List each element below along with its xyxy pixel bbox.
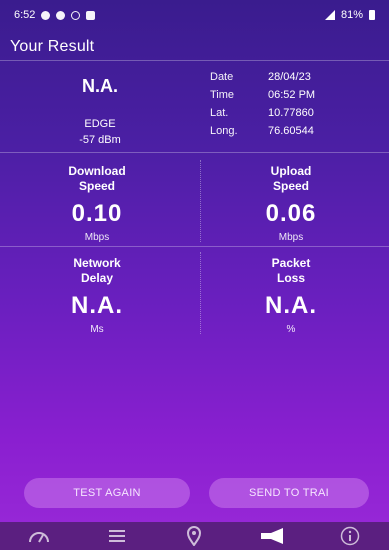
divider bbox=[0, 246, 389, 247]
detail-row-time: Time 06:52 PM bbox=[210, 86, 380, 104]
bottom-navigation bbox=[0, 522, 389, 550]
upload-speed-card: Upload Speed 0.06 Mbps bbox=[194, 164, 388, 243]
upload-label-1: Upload bbox=[270, 164, 312, 178]
packet-loss-card: Packet Loss N.A. % bbox=[194, 256, 388, 335]
test-again-button[interactable]: TEST AGAIN bbox=[24, 478, 190, 508]
detail-key: Time bbox=[210, 89, 235, 101]
operator-name: N.A. bbox=[82, 76, 118, 96]
delay-label-1: Network bbox=[73, 256, 121, 270]
detail-value: 28/04/23 bbox=[268, 71, 311, 83]
signal-strength: -57 dBm bbox=[79, 134, 121, 146]
upload-label-2: Speed bbox=[272, 179, 309, 193]
detail-value: 10.77860 bbox=[268, 107, 314, 119]
network-delay-unit: Ms bbox=[90, 324, 104, 335]
test-details: Date 28/04/23 Time 06:52 PM Lat. 10.7786… bbox=[210, 68, 380, 140]
packet-loss-unit: % bbox=[286, 324, 296, 335]
detail-value: 06:52 PM bbox=[268, 89, 316, 101]
detail-row-long: Long. 76.60544 bbox=[210, 122, 380, 140]
network-delay-card: Network Delay N.A. Ms bbox=[0, 256, 194, 335]
upload-speed-value: 0.06 bbox=[265, 200, 317, 227]
detail-value: 76.60544 bbox=[268, 125, 314, 137]
packet-loss-value: N.A. bbox=[265, 292, 317, 319]
app-notification-icon bbox=[86, 10, 96, 20]
detail-row-date: Date 28/04/23 bbox=[210, 68, 380, 86]
info-icon[interactable] bbox=[337, 526, 363, 546]
network-technology: EDGE bbox=[84, 118, 116, 130]
download-speed-value: 0.10 bbox=[71, 200, 123, 227]
gear-icon bbox=[41, 10, 51, 20]
location-pin-icon[interactable] bbox=[181, 526, 207, 546]
speedometer-icon[interactable] bbox=[26, 526, 52, 546]
chat-icon bbox=[56, 10, 66, 20]
status-time: 6:52 bbox=[14, 9, 36, 21]
download-label-1: Download bbox=[68, 164, 126, 178]
location-icon bbox=[71, 10, 81, 20]
status-right: 81% bbox=[324, 9, 375, 21]
download-speed-card: Download Speed 0.10 Mbps bbox=[0, 164, 194, 243]
status-bar: 6:52 81% bbox=[0, 0, 389, 30]
detail-row-lat: Lat. 10.77860 bbox=[210, 104, 380, 122]
status-left: 6:52 bbox=[14, 9, 96, 21]
battery-icon bbox=[369, 10, 375, 20]
loss-label-1: Packet bbox=[271, 256, 311, 270]
network-info: N.A. EDGE -57 dBm bbox=[0, 60, 200, 152]
megaphone-icon[interactable] bbox=[259, 526, 285, 546]
signal-icon bbox=[324, 10, 335, 20]
list-icon[interactable] bbox=[104, 526, 130, 546]
page-title: Your Result bbox=[10, 38, 95, 55]
divider bbox=[0, 152, 389, 153]
detail-key: Date bbox=[210, 71, 234, 83]
loss-label-2: Loss bbox=[276, 271, 305, 285]
download-label-2: Speed bbox=[78, 179, 115, 193]
delay-label-2: Delay bbox=[80, 271, 114, 285]
detail-key: Long. bbox=[210, 125, 238, 137]
send-to-trai-button[interactable]: SEND TO TRAI bbox=[209, 478, 369, 508]
network-delay-value: N.A. bbox=[71, 292, 123, 319]
upload-speed-unit: Mbps bbox=[278, 232, 304, 243]
battery-percent: 81% bbox=[340, 9, 363, 21]
detail-key: Lat. bbox=[210, 107, 229, 119]
download-speed-unit: Mbps bbox=[84, 232, 110, 243]
